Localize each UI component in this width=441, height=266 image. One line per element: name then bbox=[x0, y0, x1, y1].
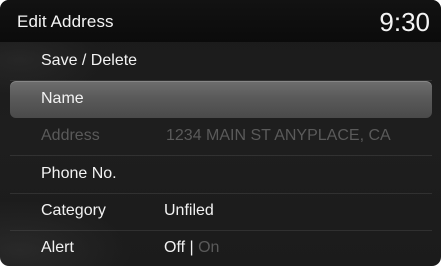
navigation-screen: Edit Address 9:30 Save / Delete Name Add… bbox=[0, 0, 441, 266]
menu-item-label: Address bbox=[41, 127, 100, 144]
alert-option-on[interactable]: On bbox=[198, 239, 219, 256]
page-title: Edit Address bbox=[17, 12, 114, 31]
alert-option-off[interactable]: Off bbox=[164, 239, 185, 256]
menu-item-label: Save / Delete bbox=[41, 52, 138, 69]
menu-item-label: Category bbox=[41, 202, 106, 219]
title-bar: Edit Address 9:30 bbox=[0, 0, 441, 42]
menu-item-category[interactable]: Category Unfiled bbox=[10, 193, 432, 231]
menu-item-label: Alert bbox=[41, 239, 74, 256]
category-value: Unfiled bbox=[164, 202, 214, 219]
address-value: 1234 MAIN ST ANYPLACE, CA bbox=[166, 127, 391, 144]
menu-item-label: Phone No. bbox=[41, 165, 117, 182]
menu-item-address: Address 1234 MAIN ST ANYPLACE, CA bbox=[10, 118, 432, 156]
alert-toggle[interactable]: Off | On bbox=[164, 239, 219, 257]
menu-item-label: Name bbox=[41, 90, 84, 107]
alert-separator: | bbox=[189, 239, 194, 256]
menu-item-save-delete[interactable]: Save / Delete bbox=[10, 43, 432, 81]
menu-item-name[interactable]: Name bbox=[10, 81, 432, 118]
clock: 9:30 bbox=[379, 7, 430, 37]
menu-item-phone[interactable]: Phone No. bbox=[10, 156, 432, 194]
menu-item-alert[interactable]: Alert Off | On bbox=[10, 230, 432, 266]
